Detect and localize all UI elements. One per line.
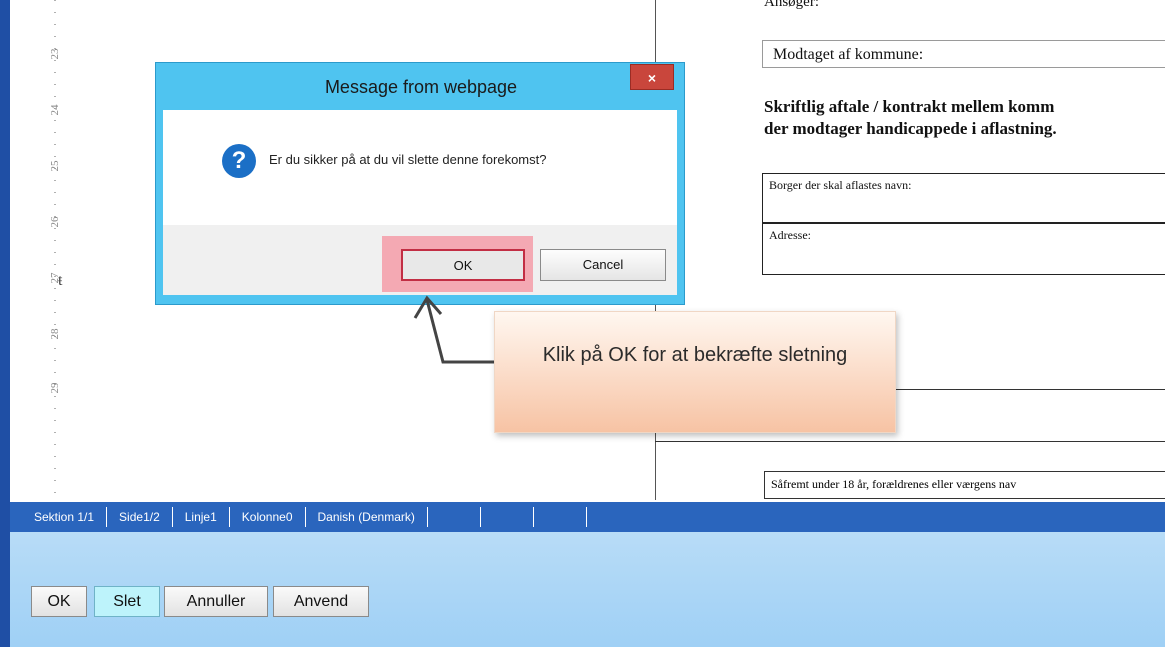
- instruction-callout: Klik på OK for at bekræfte sletning: [494, 311, 896, 433]
- ruler-number: 29: [49, 382, 61, 394]
- question-icon: ?: [222, 144, 256, 178]
- ruler-marker-icon: ŧ: [58, 272, 63, 289]
- bottom-button-panel: OK Slet Annuller Anvend: [10, 532, 1165, 647]
- status-language: Danish (Denmark): [306, 507, 428, 527]
- contract-heading: Skriftlig aftale / kontrakt mellem komm …: [764, 96, 1057, 140]
- dialog-ok-button[interactable]: OK: [401, 249, 525, 281]
- ruler-number: 24: [49, 104, 61, 116]
- guardian-name-field[interactable]: Såfremt under 18 år, forældrenes eller v…: [764, 471, 1165, 499]
- received-by-municipality-field[interactable]: Modtaget af kommune:: [762, 40, 1165, 68]
- form-line: [893, 389, 1165, 390]
- dialog-body: ? Er du sikker på at du vil slette denne…: [163, 110, 677, 225]
- received-by-label: Modtaget af kommune:: [773, 46, 924, 63]
- status-column: Kolonne0: [230, 507, 306, 527]
- status-spacer: [428, 507, 481, 527]
- heading-line-2: der modtager handicappede i aflastning.: [764, 119, 1057, 138]
- heading-line-1: Skriftlig aftale / kontrakt mellem komm: [764, 97, 1055, 116]
- close-icon[interactable]: ×: [630, 64, 674, 90]
- ruler-number: 28: [49, 328, 61, 340]
- status-section: Sektion 1/1: [10, 507, 108, 527]
- vertical-ruler: 23 24 25 26 27 28 29: [44, 0, 66, 500]
- citizen-name-field[interactable]: Borger der skal aflastes navn:: [762, 173, 1165, 223]
- delete-button[interactable]: Slet: [94, 586, 160, 617]
- applicant-label: Ansøger:: [764, 0, 819, 10]
- address-field[interactable]: Adresse:: [762, 223, 1165, 275]
- citizen-name-label: Borger der skal aflastes navn:: [769, 178, 912, 192]
- cancel-button[interactable]: Annuller: [164, 586, 268, 617]
- status-page: Side1/2: [107, 507, 173, 527]
- apply-button[interactable]: Anvend: [273, 586, 369, 617]
- status-bar: Sektion 1/1 Side1/2 Linje1 Kolonne0 Dani…: [10, 502, 1165, 532]
- ruler-number: 23: [49, 48, 61, 60]
- confirm-dialog: Message from webpage × ? Er du sikker på…: [155, 62, 685, 305]
- left-edge-strip: [0, 0, 10, 647]
- dialog-message: Er du sikker på at du vil slette denne f…: [269, 152, 547, 167]
- ok-button[interactable]: OK: [31, 586, 87, 617]
- callout-text: Klik på OK for at bekræfte sletning: [542, 344, 848, 366]
- dialog-title: Message from webpage: [324, 77, 518, 97]
- guardian-name-label: Såfremt under 18 år, forældrenes eller v…: [771, 477, 1017, 491]
- status-line: Linje1: [173, 507, 230, 527]
- ruler-number: 25: [49, 160, 61, 172]
- address-label: Adresse:: [769, 228, 811, 242]
- dialog-cancel-button[interactable]: Cancel: [540, 249, 666, 281]
- dialog-footer: OK Cancel: [163, 225, 677, 295]
- ruler-number: 26: [49, 216, 61, 228]
- status-spacer: [481, 507, 534, 527]
- ruler-ticks: [54, 0, 56, 500]
- status-spacer: [534, 507, 587, 527]
